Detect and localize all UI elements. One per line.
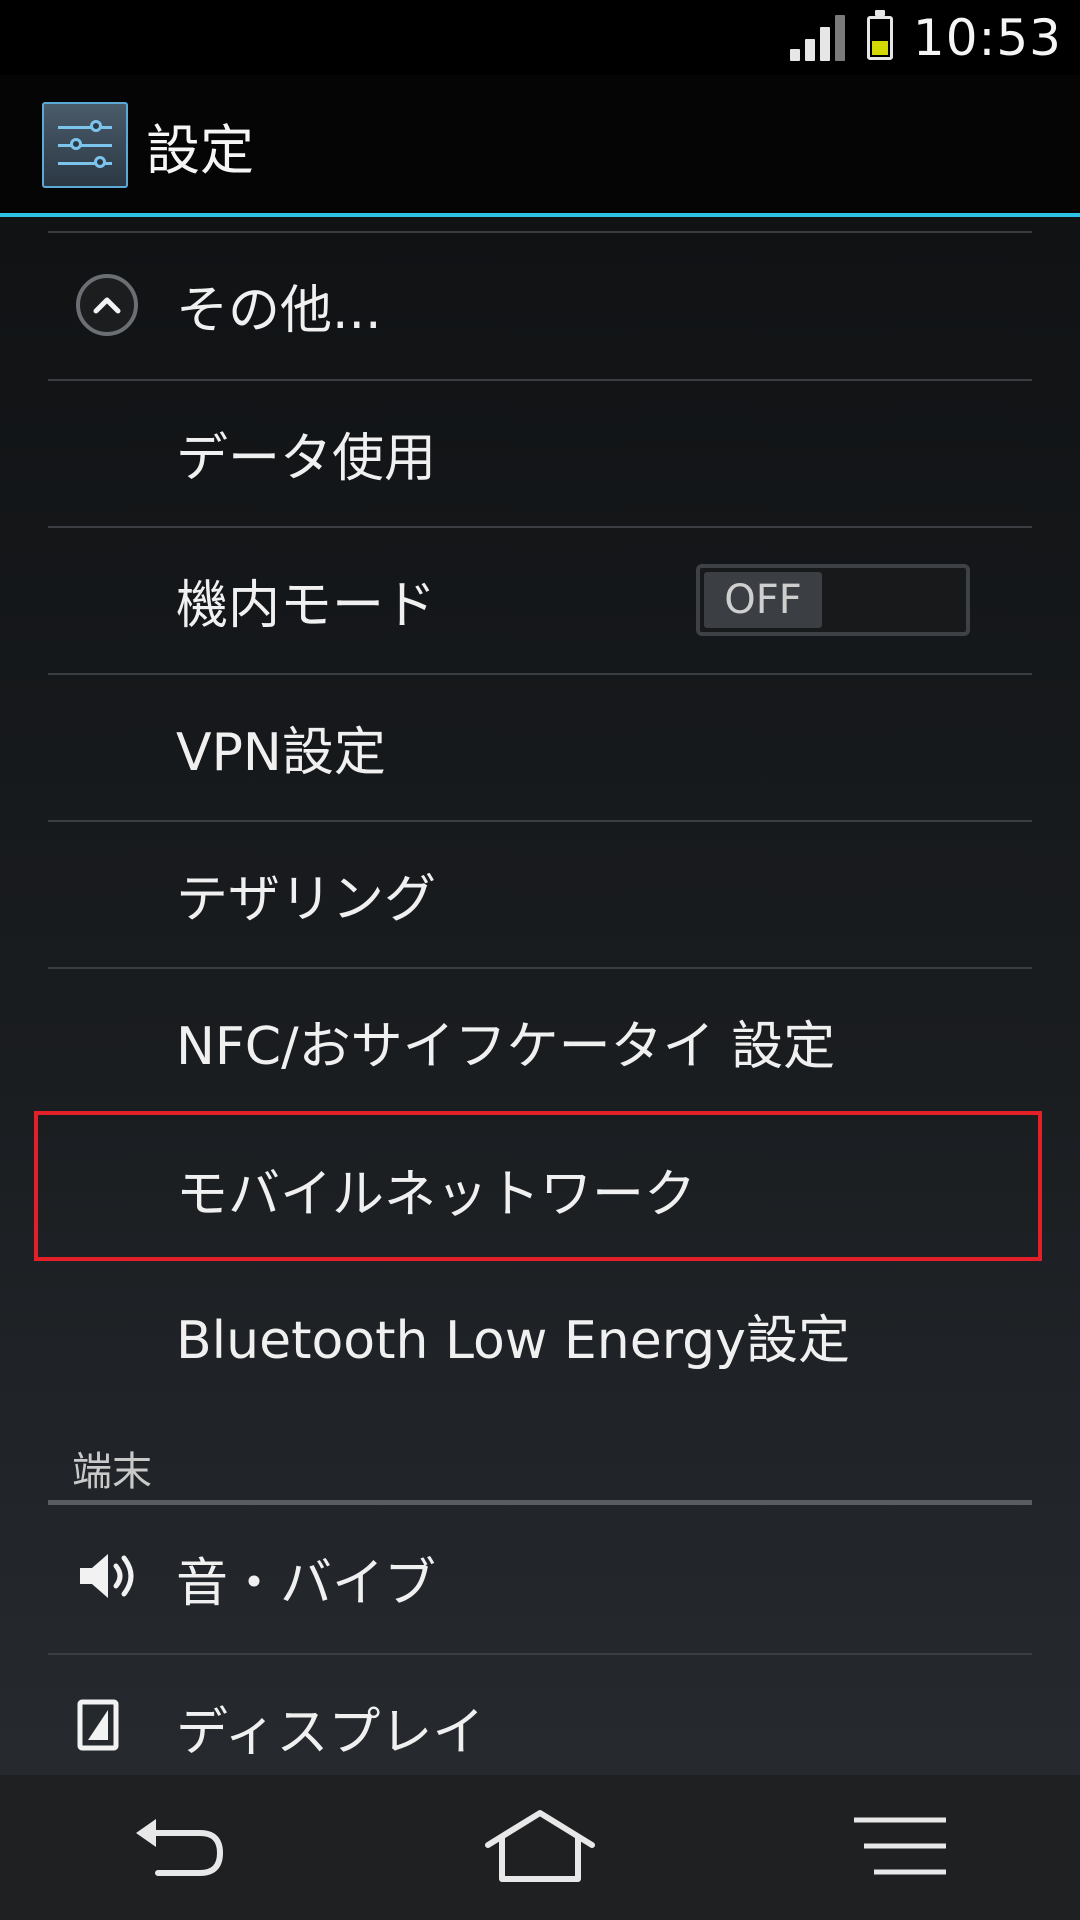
list-item-tethering[interactable]: テザリング — [0, 822, 1080, 966]
toggle-state: OFF — [704, 572, 822, 628]
section-header-device: 端末 — [72, 1449, 152, 1495]
home-button[interactable] — [470, 1798, 610, 1898]
collapse-up-icon — [76, 274, 138, 336]
action-bar: 設定 — [0, 75, 1080, 215]
list-item-more[interactable]: その他... — [0, 233, 1080, 377]
back-icon — [130, 1811, 230, 1885]
back-button[interactable] — [110, 1798, 250, 1898]
list-item-label: モバイルネットワーク — [176, 1164, 697, 1225]
battery-icon — [866, 9, 893, 60]
list-item-sound[interactable]: 音・バイブ — [0, 1506, 1080, 1650]
list-item-label: VPN設定 — [176, 722, 386, 783]
list-item-bluetooth-le[interactable]: Bluetooth Low Energy設定 — [0, 1263, 1080, 1407]
list-item-label: テザリング — [176, 869, 437, 930]
speaker-icon — [76, 1548, 140, 1608]
list-item-label: 機内モード — [176, 575, 437, 636]
list-item-label: Bluetooth Low Energy設定 — [176, 1310, 850, 1371]
list-item-label: データ使用 — [176, 428, 437, 489]
settings-list[interactable]: その他... データ使用 機内モード OFF VPN設定 テザリング NFC/お… — [0, 217, 1080, 1775]
menu-icon — [850, 1814, 950, 1882]
navigation-bar — [0, 1775, 1080, 1920]
list-item-display[interactable]: ディスプレイ — [0, 1655, 1080, 1775]
list-item-airplane-mode[interactable]: 機内モード OFF — [0, 528, 1080, 672]
airplane-mode-toggle[interactable]: OFF — [696, 564, 970, 636]
settings-sliders-icon[interactable] — [42, 102, 128, 188]
list-item-label: NFC/おサイフケータイ 設定 — [176, 1016, 836, 1077]
home-icon — [482, 1807, 598, 1889]
signal-icon — [789, 14, 845, 61]
list-item-label: 音・バイブ — [176, 1553, 437, 1614]
list-item-label: その他... — [176, 280, 382, 341]
list-item-label: ディスプレイ — [176, 1702, 485, 1763]
screen: 10:53 設定 その他... データ使用 機内モード OFF VPN設定 テザ… — [0, 0, 1080, 1920]
display-icon — [76, 1698, 120, 1756]
page-title: 設定 — [146, 118, 254, 182]
list-item-data-usage[interactable]: データ使用 — [0, 381, 1080, 525]
section-divider — [48, 1500, 1032, 1505]
status-bar: 10:53 — [0, 0, 1080, 75]
list-item-mobile-network[interactable]: モバイルネットワーク — [0, 1117, 1080, 1261]
status-time: 10:53 — [912, 8, 1062, 67]
list-item-vpn[interactable]: VPN設定 — [0, 675, 1080, 819]
menu-button[interactable] — [830, 1798, 970, 1898]
list-item-nfc[interactable]: NFC/おサイフケータイ 設定 — [0, 969, 1080, 1113]
